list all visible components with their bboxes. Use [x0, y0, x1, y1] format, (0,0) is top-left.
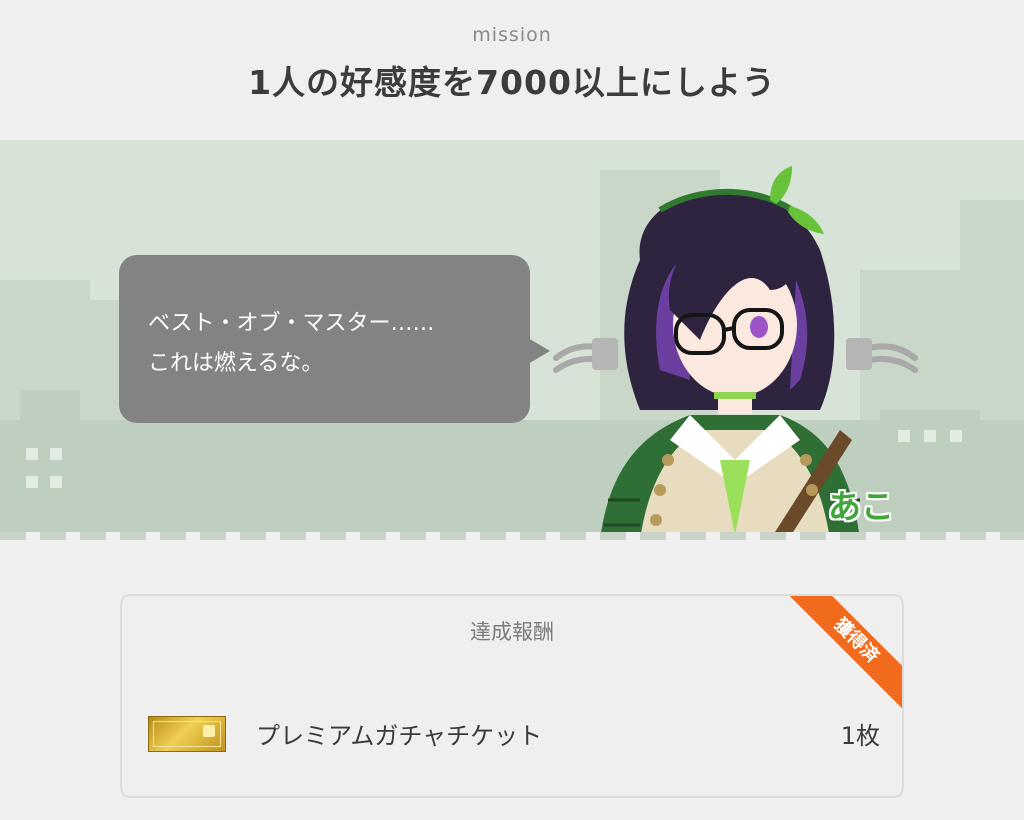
claimed-ribbon: 獲得済 — [774, 596, 902, 723]
reward-card: 達成報酬 獲得済 プレミアムガチャチケット 1枚 — [120, 594, 904, 798]
reward-item-name: プレミアムガチャチケット — [256, 722, 543, 750]
scene-dashed-edge — [0, 532, 1024, 540]
reward-heading: 達成報酬 — [470, 620, 554, 644]
speaker-name: あこ — [828, 487, 894, 526]
mission-label: mission — [472, 24, 552, 46]
reward-item-count: 1枚 — [840, 722, 880, 750]
speech-bubble — [119, 255, 530, 423]
mission-title: 1人の好感度を7000以上にしよう — [248, 63, 776, 102]
dialogue-line-1: ベスト・オブ・マスター…… — [148, 311, 435, 336]
mission-header: mission 1人の好感度を7000以上にしよう — [0, 0, 1024, 140]
speech-bubble-tail — [528, 338, 550, 364]
dialogue-line-2: これは燃えるな。 — [148, 351, 324, 376]
premium-gacha-ticket-icon — [148, 716, 226, 752]
